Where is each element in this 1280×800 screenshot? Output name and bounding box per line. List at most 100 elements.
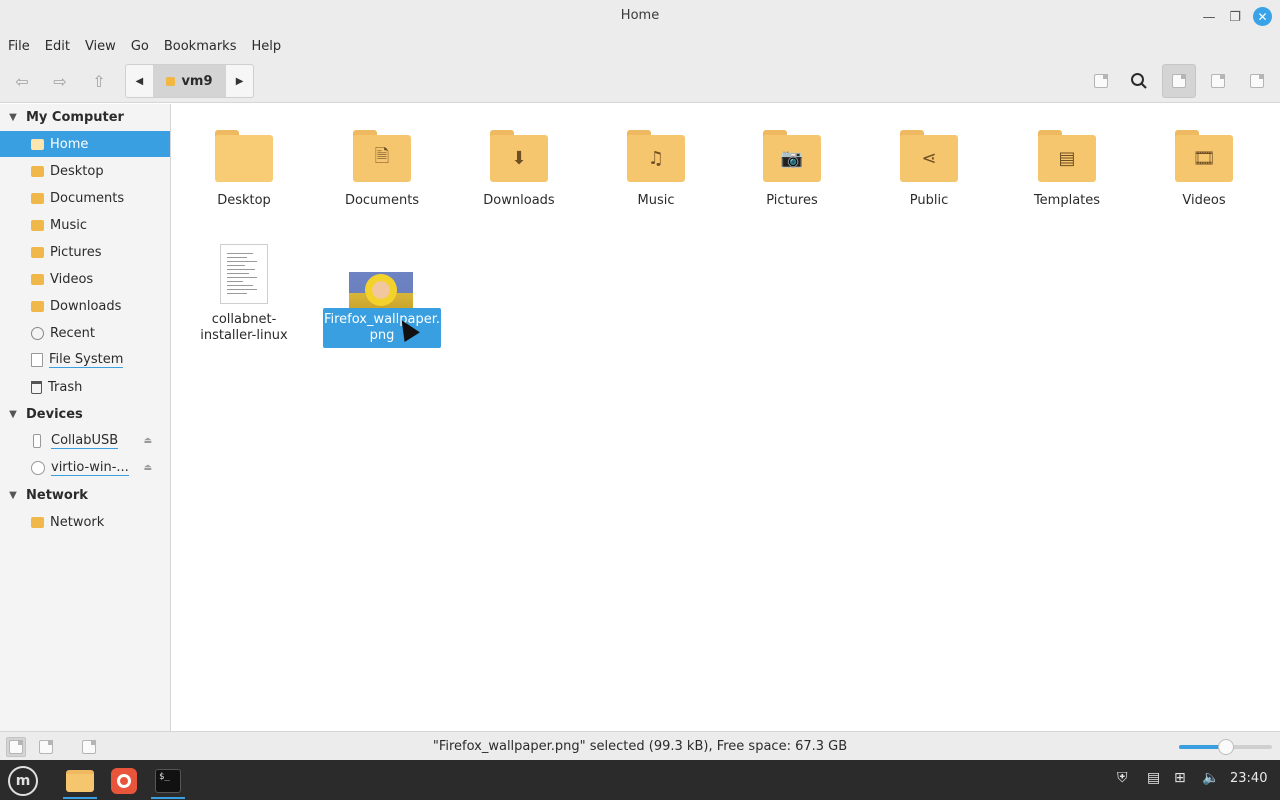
arrow-right-icon: ⇨	[53, 71, 67, 91]
sidebar-item-label: Pictures	[50, 244, 102, 260]
file-manager-window: Home — ❐ ✕ File Edit View Go Bookmarks H…	[0, 0, 1280, 760]
folder-music[interactable]: ♫ Music	[591, 112, 721, 212]
forward-button[interactable]: ⇨	[48, 69, 72, 93]
up-button[interactable]: ⇧	[87, 69, 111, 93]
icon-view-icon	[1172, 74, 1186, 88]
sidebar-item-recent[interactable]: Recent	[0, 320, 170, 346]
section-title: Devices	[26, 406, 83, 422]
folder-pictures[interactable]: 📷 Pictures	[727, 112, 857, 212]
sidebar-item-home[interactable]: Home	[0, 131, 170, 157]
sidebar-item-label: Videos	[50, 271, 94, 287]
home-folder-icon	[31, 138, 44, 150]
taskbar-terminal-app[interactable]: $_	[149, 763, 187, 799]
linux-mint-logo-icon: m	[8, 766, 38, 796]
sidebar-item-pictures[interactable]: Pictures	[0, 239, 170, 265]
section-title: Network	[26, 487, 88, 503]
music-folder-icon: ♫	[627, 130, 685, 182]
file-firefox-wallpaper[interactable]: Firefox_wallpaper. png	[323, 270, 441, 348]
sidebar-item-label: Desktop	[50, 163, 104, 179]
search-icon	[1131, 73, 1147, 89]
folder-label: Downloads	[483, 193, 555, 208]
sidebar-item-downloads[interactable]: Downloads	[0, 293, 170, 319]
toggle-location-button[interactable]	[1084, 64, 1118, 98]
section-title: My Computer	[26, 109, 124, 125]
file-label: collabnet- installer-linux	[200, 312, 288, 343]
minimize-button[interactable]: —	[1199, 7, 1219, 27]
taskbar-firefox-app[interactable]	[105, 763, 143, 799]
menu-bookmarks[interactable]: Bookmarks	[164, 39, 237, 54]
breadcrumb-segment[interactable]: vm9	[152, 65, 227, 97]
breadcrumb-right-button[interactable]: ▶	[226, 65, 253, 97]
chevron-down-icon: ▼	[9, 489, 17, 501]
eject-icon[interactable]: ⏏	[143, 463, 152, 473]
desktop-folder-icon	[31, 165, 44, 177]
sidebar-item-label: virtio-win-...	[51, 459, 129, 476]
sidebar-item-desktop[interactable]: Desktop	[0, 158, 170, 184]
breadcrumb-left-button[interactable]: ◀	[126, 65, 153, 97]
menu-help[interactable]: Help	[251, 39, 281, 54]
folder-templates[interactable]: ▤ Templates	[1002, 112, 1132, 212]
sidebar-item-documents[interactable]: Documents	[0, 185, 170, 211]
zoom-slider-handle[interactable]	[1217, 739, 1234, 755]
network-icon[interactable]: ⊞	[1174, 770, 1186, 786]
sidebar-item-virtio-win[interactable]: virtio-win-... ⏏	[0, 455, 170, 481]
folder-downloads[interactable]: ⬇ Downloads	[454, 112, 584, 212]
taskbar-files-app[interactable]	[61, 763, 99, 799]
folder-documents[interactable]: 🗎 Documents	[317, 112, 447, 212]
file-view[interactable]: Desktop 🗎 Documents ⬇ Downloads ♫ Music …	[172, 104, 1280, 731]
document-folder-icon: 🗎	[353, 130, 411, 182]
close-button[interactable]: ✕	[1253, 7, 1272, 26]
clock[interactable]: 23:40	[1230, 771, 1267, 786]
sidebar-item-label: Recent	[50, 325, 95, 341]
sidebar-item-label: Downloads	[50, 298, 122, 314]
sidebar-item-collabusb[interactable]: CollabUSB ⏏	[0, 428, 170, 454]
sidebar-item-videos[interactable]: Videos	[0, 266, 170, 292]
clipboard-icon[interactable]: ▤	[1147, 770, 1160, 786]
film-folder-icon: 🎞	[1175, 130, 1233, 182]
folder-videos[interactable]: 🎞 Videos	[1139, 112, 1269, 212]
menu-view[interactable]: View	[85, 39, 116, 54]
sidebar-item-music[interactable]: Music	[0, 212, 170, 238]
title-bar[interactable]: Home — ❐ ✕	[0, 0, 1280, 33]
file-collabnet-installer[interactable]: collabnet- installer-linux	[179, 242, 309, 352]
menu-bar: File Edit View Go Bookmarks Help	[0, 33, 1280, 59]
sidebar-item-file-system[interactable]: File System	[0, 347, 170, 373]
volume-icon[interactable]: 🔈	[1202, 770, 1219, 786]
folder-icon	[215, 130, 273, 182]
back-button[interactable]: ⇦	[10, 69, 34, 93]
eject-icon[interactable]: ⏏	[143, 436, 152, 446]
home-icon	[166, 76, 176, 86]
icon-view-button[interactable]	[1162, 64, 1196, 98]
breadcrumb-label: vm9	[181, 73, 213, 89]
window-title: Home	[620, 8, 660, 23]
menu-edit[interactable]: Edit	[45, 39, 70, 54]
folder-desktop[interactable]: Desktop	[179, 112, 309, 212]
list-view-button[interactable]	[1201, 64, 1235, 98]
folder-label: Templates	[1033, 193, 1101, 208]
network-folder-icon	[31, 516, 44, 528]
menu-go[interactable]: Go	[131, 39, 149, 54]
image-thumbnail	[349, 272, 413, 310]
shield-icon[interactable]: ⛨	[1117, 770, 1128, 786]
search-button[interactable]	[1122, 64, 1156, 98]
maximize-button[interactable]: ❐	[1225, 7, 1245, 27]
sidebar-item-label: Home	[50, 136, 89, 152]
sidebar-section-network[interactable]: ▼ Network	[0, 483, 170, 507]
triangle-left-icon: ◀	[135, 75, 144, 87]
drive-icon	[31, 353, 43, 367]
folder-label: Desktop	[217, 193, 271, 208]
sidebar-item-network[interactable]: Network	[0, 509, 170, 535]
text-file-icon	[220, 244, 268, 304]
sidebar-section-devices[interactable]: ▼ Devices	[0, 402, 170, 426]
downloads-folder-icon	[31, 300, 44, 312]
zoom-slider[interactable]	[1179, 739, 1272, 755]
folder-icon	[66, 770, 94, 792]
terminal-icon: $_	[155, 769, 181, 793]
start-menu-button[interactable]: m	[4, 763, 42, 799]
menu-file[interactable]: File	[8, 39, 30, 54]
compact-view-button[interactable]	[1240, 64, 1274, 98]
pictures-folder-icon	[31, 246, 44, 258]
folder-public[interactable]: ⋖ Public	[864, 112, 994, 212]
sidebar-item-trash[interactable]: Trash	[0, 374, 170, 400]
sidebar-section-my-computer[interactable]: ▼ My Computer	[0, 105, 170, 129]
